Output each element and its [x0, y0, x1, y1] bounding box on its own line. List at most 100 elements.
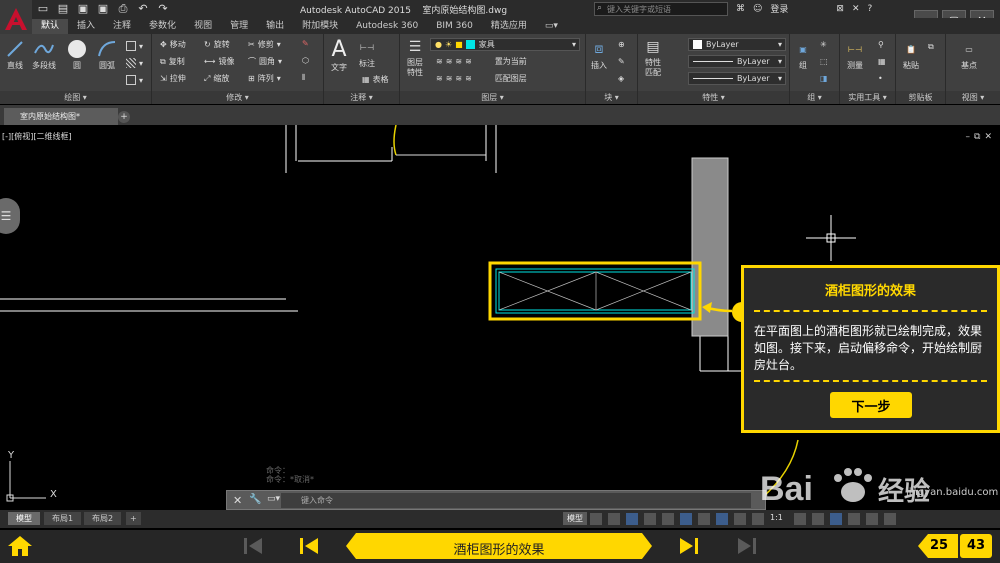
binoculars-icon[interactable]: ⌘ — [736, 4, 745, 14]
exchange-icon[interactable]: ✕ — [852, 4, 860, 14]
redo-icon[interactable]: ↷ — [156, 2, 170, 16]
new-tab-plus-icon[interactable]: + — [118, 111, 130, 123]
selection-cycling-icon[interactable] — [734, 513, 746, 525]
next-step-button[interactable]: 下一步 — [830, 392, 912, 418]
panel-title-properties[interactable]: 特性 ▾ — [638, 91, 789, 104]
tab-default[interactable]: 默认 — [32, 19, 69, 34]
measure-tool[interactable]: ⊢⊣ 测量 — [844, 38, 866, 71]
polyline-tool[interactable]: 多段线 — [32, 38, 56, 71]
save-icon[interactable]: ▣ — [76, 2, 90, 16]
explode-tool[interactable]: ⬡ — [302, 56, 309, 65]
panel-title-groups[interactable]: 组 ▾ — [790, 91, 839, 104]
viewport-close-icon[interactable]: ✕ — [984, 132, 992, 142]
panel-title-draw[interactable]: 绘图 ▾ — [0, 91, 151, 104]
panel-title-view[interactable]: 视图 ▾ — [946, 91, 1000, 104]
panel-title-clipboard[interactable]: 剪贴板 — [896, 91, 945, 104]
osnap-icon[interactable] — [680, 513, 692, 525]
match-layer-button[interactable]: 匹配图层 — [495, 73, 527, 84]
trim-tool[interactable]: ✂ 修剪 ▾ — [248, 39, 281, 50]
polar-icon[interactable] — [644, 513, 656, 525]
base-view-tool[interactable]: ▭ 基点 — [958, 38, 980, 71]
user-icon[interactable]: ☺ — [753, 4, 762, 14]
panel-title-modify[interactable]: 修改 ▾ — [152, 91, 323, 104]
copy-tool[interactable]: ⧉ 复制 — [160, 56, 185, 67]
array-tool[interactable]: ⊞ 阵列 ▾ — [248, 73, 281, 84]
group-edit-tool[interactable]: ⬚ — [820, 57, 828, 66]
text-tool[interactable]: A 文字 — [328, 36, 350, 73]
undo-icon[interactable]: ↶ — [136, 2, 150, 16]
next-step-icon[interactable] — [678, 536, 700, 556]
block-attribute-tool[interactable]: ◈ — [618, 74, 624, 83]
move-tool[interactable]: ✥ 移动 — [160, 39, 186, 50]
ungroup-tool[interactable]: ✳ — [820, 40, 827, 49]
layout-tab-2[interactable]: 布局2 — [84, 512, 122, 525]
cart-icon[interactable]: ⊠ — [836, 4, 844, 14]
document-tab[interactable]: 室内原始结构图* — [4, 108, 118, 125]
quick-select-tool[interactable]: ⚲ — [878, 40, 884, 49]
panel-title-annotation[interactable]: 注释 ▾ — [324, 91, 399, 104]
layer-dropdown[interactable]: ● ☀ ■ 家具 ▾ — [430, 38, 580, 51]
group-tool[interactable]: ▣ 组 — [792, 38, 814, 71]
command-input[interactable]: 键入命令 — [281, 493, 751, 508]
wrench-icon[interactable]: 🔧 — [249, 494, 261, 505]
layout-add-plus-icon[interactable]: + — [126, 512, 141, 525]
tab-bim-360[interactable]: BIM 360 — [427, 19, 482, 34]
line-tool[interactable]: 直线 — [4, 38, 26, 71]
hatch-tool[interactable]: ▾ — [126, 58, 143, 68]
last-step-icon[interactable] — [736, 536, 758, 556]
transparency-icon[interactable] — [716, 513, 728, 525]
search-input[interactable]: ⌕ 键入关键字或短语 — [594, 2, 728, 16]
print-icon[interactable]: ⎙ — [116, 2, 130, 16]
ortho-icon[interactable] — [626, 513, 638, 525]
group-select-tool[interactable]: ◨ — [820, 74, 828, 83]
layer-tools-row2[interactable]: ≋ ≋ ≋ ≋ 匹配图层 — [436, 73, 527, 84]
lineweight-dropdown[interactable]: ByLayer ▾ — [688, 72, 786, 85]
set-current-button[interactable]: 置为当前 — [495, 56, 527, 67]
tab-view[interactable]: 视图 — [185, 19, 221, 34]
command-close-icon[interactable]: ✕ — [233, 494, 242, 507]
home-icon[interactable] — [6, 534, 34, 558]
first-step-icon[interactable] — [242, 536, 264, 556]
create-block-tool[interactable]: ⊕ — [618, 40, 625, 49]
point-style-tool[interactable]: • — [878, 74, 883, 83]
erase-tool[interactable]: ✎ — [302, 39, 309, 48]
snap-icon[interactable] — [608, 513, 620, 525]
match-properties-tool[interactable]: ▤ 特性匹配 — [642, 36, 664, 78]
insert-block-tool[interactable]: ⧈ 插入 — [588, 38, 610, 71]
save-as-icon[interactable]: ▣ — [96, 2, 110, 16]
linetype-dropdown[interactable]: ByLayer ▾ — [688, 55, 786, 68]
panel-title-layers[interactable]: 图层 ▾ — [400, 91, 585, 104]
previous-step-icon[interactable] — [298, 536, 320, 556]
rectangle-tool[interactable]: ▾ — [126, 41, 143, 51]
new-file-icon[interactable]: ▭ — [36, 2, 50, 16]
dimension-tool[interactable]: ⊢⊣ 标注 — [356, 36, 378, 69]
grid-icon[interactable] — [590, 513, 602, 525]
tab-more-button[interactable]: ▭▾ — [536, 19, 567, 34]
arc-tool[interactable]: 圆弧 — [96, 38, 118, 71]
copy-clip-tool[interactable]: ⧉ — [928, 42, 934, 52]
panel-title-utilities[interactable]: 实用工具 ▾ — [840, 91, 895, 104]
layout-tab-model[interactable]: 模型 — [8, 512, 40, 525]
open-file-icon[interactable]: ▤ — [56, 2, 70, 16]
autocad-logo[interactable] — [0, 0, 32, 38]
tab-parametric[interactable]: 参数化 — [140, 19, 185, 34]
layer-properties-tool[interactable]: ☰ 图层特性 — [404, 36, 426, 78]
layer-tools-row1[interactable]: ≋ ≋ ≋ ≋ 置为当前 — [436, 56, 527, 67]
calculator-tool[interactable]: ▦ — [878, 57, 886, 66]
tab-output[interactable]: 输出 — [257, 19, 293, 34]
scale-tool[interactable]: ⤢ 缩放 — [204, 73, 229, 84]
stretch-tool[interactable]: ⇲ 拉伸 — [160, 73, 186, 84]
login-button[interactable]: 登录 — [770, 2, 788, 15]
mirror-tool[interactable]: ⟷ 镜像 — [204, 56, 234, 67]
region-tool[interactable]: ▾ — [126, 75, 143, 85]
viewport-label[interactable]: [-][俯视][二维线框] — [2, 131, 72, 142]
fillet-tool[interactable]: ⌒ 圆角 ▾ — [248, 56, 282, 67]
layout-tab-1[interactable]: 布局1 — [44, 512, 82, 525]
navigation-bar-button[interactable]: ☰ — [0, 198, 20, 234]
edit-block-tool[interactable]: ✎ — [618, 57, 625, 66]
rotate-tool[interactable]: ↻ 旋转 — [204, 39, 230, 50]
offset-tool[interactable]: ⫴ — [302, 73, 305, 83]
tab-autodesk-360[interactable]: Autodesk 360 — [347, 19, 427, 34]
help-icon[interactable]: ? — [868, 4, 873, 14]
tab-addins[interactable]: 附加模块 — [293, 19, 347, 34]
